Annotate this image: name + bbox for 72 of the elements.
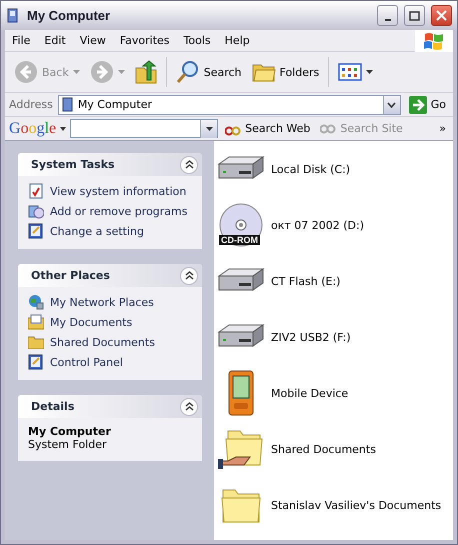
address-field[interactable]: My Computer [58, 94, 401, 114]
double-chevron-icon [184, 402, 194, 411]
drive-label[interactable]: Local Disk (C:) [271, 162, 350, 176]
folder-icon [28, 335, 44, 349]
details-name: My Computer [28, 425, 112, 438]
double-chevron-icon [184, 271, 194, 280]
dropdown-button[interactable] [200, 120, 218, 138]
globe-icon [28, 294, 44, 310]
drive-label[interactable]: Shared Documents [271, 442, 376, 456]
task-link[interactable]: My Documents [50, 316, 132, 328]
details-type: System Folder [28, 438, 108, 451]
menu-item[interactable]: File [5, 34, 38, 47]
google-search-field[interactable] [70, 119, 218, 138]
drive-label[interactable]: окт 07 2002 (D:) [271, 218, 364, 232]
panel-title: Details [31, 400, 74, 413]
menu-item[interactable]: Help [218, 34, 257, 47]
caret-icon [206, 127, 213, 131]
task-link[interactable]: My Network Places [50, 296, 154, 308]
task-link[interactable]: Add or remove programs [50, 204, 188, 218]
cd-rom-label: CD-ROM [219, 235, 260, 245]
menu-item[interactable]: Tools [176, 34, 218, 47]
document-icon [28, 183, 44, 199]
collapse-button[interactable] [180, 156, 198, 174]
task-link[interactable]: View system information [50, 184, 186, 198]
maximize-icon [409, 10, 420, 20]
task-link[interactable]: Control Panel [50, 356, 123, 368]
drive-icon [217, 324, 265, 350]
go-arrow-icon [408, 96, 427, 114]
drive-label[interactable]: Stanislav Vasiliev's Documents [271, 498, 442, 512]
flag-logo-icon [423, 30, 445, 50]
close-icon [436, 10, 447, 21]
drive-icon [217, 156, 265, 182]
caret-icon [366, 70, 374, 74]
address-label: Address [9, 98, 53, 111]
caret-icon [118, 70, 125, 74]
close-button[interactable] [431, 5, 452, 26]
menu-item[interactable]: Favorites [112, 34, 177, 47]
dropdown-button[interactable] [382, 96, 400, 114]
control-panel-icon [28, 223, 44, 239]
caret-icon [60, 126, 66, 130]
drive-icon [217, 268, 265, 294]
drive-label[interactable]: ZIV2 USB2 (F:) [271, 330, 351, 344]
task-link[interactable]: Change a setting [50, 224, 144, 238]
collapse-button[interactable] [180, 266, 198, 284]
binoculars-icon [320, 122, 336, 136]
drive-label[interactable]: CT Flash (E:) [271, 274, 340, 288]
panel-title: System Tasks [31, 158, 115, 171]
window-title: My Computer [27, 8, 112, 23]
drive-label[interactable]: Mobile Device [271, 386, 348, 400]
search-web-button[interactable]: Search Web [222, 114, 314, 144]
computer-icon [62, 97, 74, 112]
menu-item[interactable]: Edit [37, 34, 73, 47]
cd-box-icon [28, 203, 44, 219]
caret-icon [72, 70, 80, 74]
folders-button[interactable]: Folders [248, 57, 322, 87]
google-logo[interactable]: Google [9, 120, 56, 138]
double-chevron-icon [184, 160, 194, 169]
documents-folder-icon [28, 314, 44, 330]
menu-item[interactable]: View [72, 34, 113, 47]
collapse-button[interactable] [180, 398, 198, 416]
panel-title: Other Places [31, 269, 110, 282]
control-panel-icon [28, 354, 44, 370]
views-icon [338, 63, 362, 81]
search-icon [176, 60, 200, 84]
handheld-icon [227, 370, 255, 416]
minimize-icon [384, 18, 390, 20]
search-button[interactable]: Search [172, 57, 245, 87]
task-link[interactable]: Shared Documents [50, 336, 155, 348]
maximize-button[interactable] [404, 5, 425, 26]
up-folder-icon [134, 60, 157, 84]
chevron-down-icon [387, 102, 396, 108]
minimize-button[interactable] [377, 5, 398, 26]
